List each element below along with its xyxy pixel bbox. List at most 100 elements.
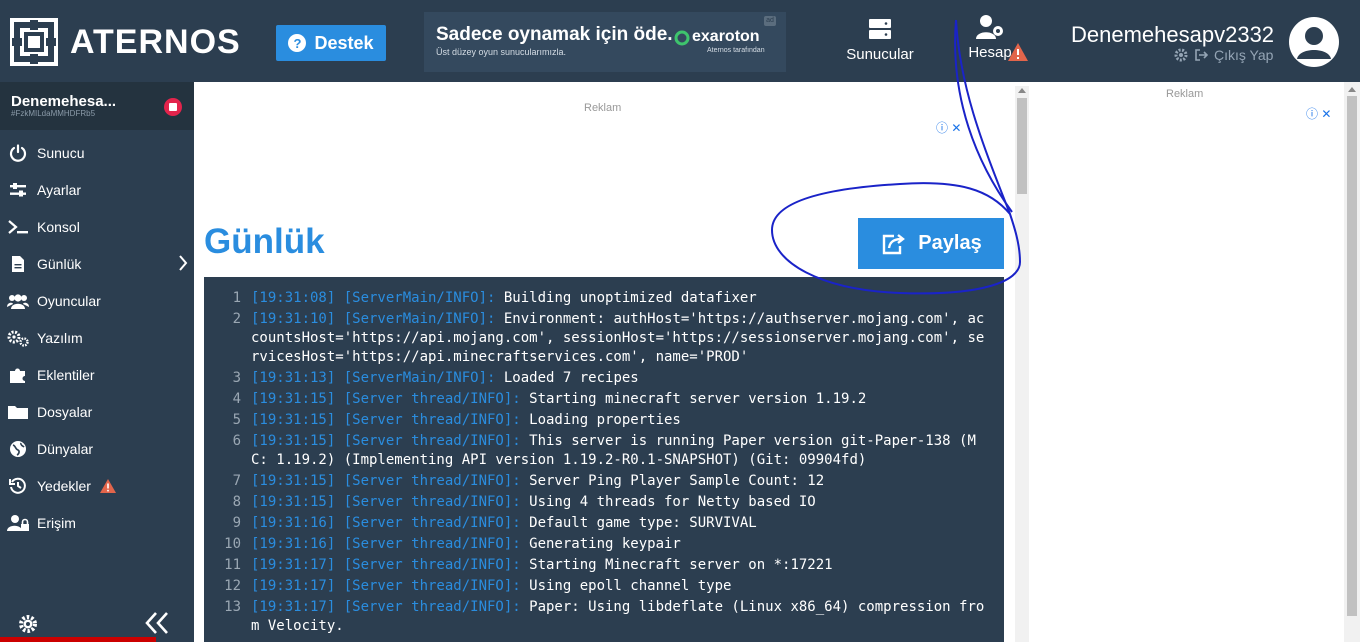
log-line-number: 7	[232, 473, 241, 489]
log-tag: [19:31:17] [Server thread/INFO]:	[251, 599, 521, 615]
ad-info-icon[interactable]: ⓘ ✕	[1306, 105, 1331, 122]
log-line-text: [19:31:16] [Server thread/INFO]: Generat…	[251, 535, 986, 554]
log-line: 12 [19:31:17] [Server thread/INFO]: Using…	[204, 577, 1004, 596]
stop-icon[interactable]	[164, 98, 182, 116]
log-line-text: [19:31:15] [Server thread/INFO]: Using 4…	[251, 493, 986, 512]
server-header[interactable]: Denemehesa... #FzkMILdaMMHDFRb5	[0, 82, 194, 130]
logo[interactable]: ATERNOS	[10, 18, 241, 66]
file-icon	[7, 253, 29, 275]
log-line: 6 [19:31:15] [Server thread/INFO]: This s…	[204, 432, 1004, 470]
globe-icon	[7, 438, 29, 460]
log-message: Building unoptimized datafixer	[495, 290, 757, 306]
ad-choices-icon[interactable]: ad	[764, 16, 776, 26]
log-line: 8 [19:31:15] [Server thread/INFO]: Using …	[204, 493, 1004, 512]
log-line-text: [19:31:17] [Server thread/INFO]: Using e…	[251, 577, 986, 596]
gears-icon	[7, 327, 29, 349]
log-line-text: [19:31:16] [Server thread/INFO]: Default…	[251, 514, 986, 533]
sidebar-item-ayarlar[interactable]: Ayarlar	[0, 171, 194, 208]
share-button[interactable]: Paylaş	[858, 218, 1004, 269]
avatar[interactable]	[1289, 17, 1339, 67]
log-message: Starting minecraft server version 1.19.2	[520, 391, 867, 407]
log-line-text: [19:31:15] [Server thread/INFO]: Loading…	[251, 411, 986, 430]
log-line-number: 13	[224, 599, 241, 615]
scrollbar[interactable]	[1015, 86, 1029, 642]
log-line: 4 [19:31:15] [Server thread/INFO]: Starti…	[204, 390, 1004, 409]
log-line: 10 [19:31:16] [Server thread/INFO]: Gener…	[204, 535, 1004, 554]
log-line: 2 [19:31:10] [ServerMain/INFO]: Environme…	[204, 310, 1004, 367]
user-avatar-icon	[1297, 27, 1331, 59]
sidebar-item-oyuncular[interactable]: Oyuncular	[0, 282, 194, 319]
logout-label: Çıkış Yap	[1214, 47, 1274, 63]
sliders-icon	[7, 179, 29, 201]
log-line-text: [19:31:13] [ServerMain/INFO]: Loaded 7 r…	[251, 369, 986, 388]
log-message: Starting Minecraft server on *:17221	[520, 557, 833, 573]
sidebar-item-label: Ayarlar	[37, 181, 82, 198]
log-line-text: [19:31:17] [Server thread/INFO]: Startin…	[251, 556, 986, 575]
log-line-number: 6	[232, 433, 241, 449]
log-line-number: 12	[224, 578, 241, 594]
log-line: 1 [19:31:08] [ServerMain/INFO]: Building …	[204, 289, 1004, 308]
scroll-up-arrow-icon[interactable]	[1018, 88, 1026, 93]
log-tag: [19:31:16] [Server thread/INFO]:	[251, 515, 521, 531]
promo-brand-sub: Aternos tarafından	[707, 47, 765, 54]
sidebar-item-dosyalar[interactable]: Dosyalar	[0, 393, 194, 430]
logo-text: ATERNOS	[70, 22, 241, 61]
server-icon	[869, 19, 891, 39]
sidebar-item-konsol[interactable]: Konsol	[0, 208, 194, 245]
log-message: Server Ping Player Sample Count: 12	[520, 473, 825, 489]
log-line-number: 10	[224, 536, 241, 552]
support-button[interactable]: ? Destek	[276, 25, 386, 61]
user-lock-icon	[7, 512, 29, 534]
log-line-text: [19:31:10] [ServerMain/INFO]: Environmen…	[251, 310, 986, 367]
sidebar-item-label: Erişim	[37, 514, 76, 531]
server-name: Denemehesa...	[11, 93, 117, 110]
sidebar-item-label: Sunucu	[37, 144, 85, 161]
promo-title: Sadece oynamak için öde.	[436, 24, 673, 45]
promo-banner[interactable]: Sadece oynamak için öde. Üst düzey oyun …	[424, 12, 786, 72]
log-console[interactable]: 1 [19:31:08] [ServerMain/INFO]: Building …	[204, 277, 1004, 642]
log-tag: [19:31:15] [Server thread/INFO]:	[251, 473, 521, 489]
sign-out-icon	[1195, 49, 1208, 61]
page-scroll-thumb[interactable]	[1347, 96, 1357, 616]
scroll-thumb[interactable]	[1017, 98, 1027, 194]
sidebar-item-dunyalar[interactable]: Dünyalar	[0, 430, 194, 467]
chevron-right-icon	[179, 255, 188, 271]
logout-link[interactable]: Çıkış Yap	[1174, 47, 1273, 63]
log-message: Using epoll channel type	[520, 578, 732, 594]
warning-icon	[99, 478, 116, 493]
share-icon	[883, 233, 906, 254]
sidebar-item-erisim[interactable]: Erişim	[0, 504, 194, 541]
gear-icon[interactable]	[1174, 48, 1188, 62]
log-line-text: [19:31:15] [Server thread/INFO]: This se…	[251, 432, 986, 470]
gear-icon[interactable]	[18, 614, 38, 634]
nav-account[interactable]: Hesap	[950, 14, 1030, 61]
sidebar-item-yazilim[interactable]: Yazılım	[0, 319, 194, 356]
sidebar-item-sunucu[interactable]: Sunucu	[0, 134, 194, 171]
ad-info-icon[interactable]: ⓘ ✕	[936, 119, 961, 136]
page-scrollbar[interactable]	[1344, 82, 1360, 642]
collapse-sidebar-icon[interactable]	[144, 610, 170, 636]
nav-servers-label: Sunucular	[846, 46, 914, 63]
scroll-up-arrow-icon[interactable]	[1348, 87, 1356, 92]
log-line-number: 3	[232, 370, 241, 386]
log-line-number: 11	[224, 557, 241, 573]
sidebar-item-yedekler[interactable]: Yedekler	[0, 467, 194, 504]
sidebar-item-label: Eklentiler	[37, 366, 95, 383]
username: Denemehesapv2332	[1071, 22, 1275, 47]
log-line: 3 [19:31:13] [ServerMain/INFO]: Loaded 7 …	[204, 369, 1004, 388]
top-bar: ATERNOS ? Destek Sadece oynamak için öde…	[0, 0, 1360, 82]
exaroton-logo-icon	[674, 30, 690, 46]
log-line: 7 [19:31:15] [Server thread/INFO]: Server…	[204, 472, 1004, 491]
log-tag: [19:31:17] [Server thread/INFO]:	[251, 557, 521, 573]
right-ad-column: Reklam ⓘ ✕	[1030, 82, 1360, 642]
terminal-icon	[7, 216, 29, 238]
server-id: #FzkMILdaMMHDFRb5	[11, 109, 96, 118]
sidebar-item-label: Oyuncular	[37, 292, 101, 309]
nav-servers[interactable]: Sunucular	[840, 18, 920, 63]
share-label: Paylaş	[918, 232, 982, 254]
log-line-number: 1	[232, 290, 241, 306]
power-icon	[7, 142, 29, 164]
sidebar-item-eklentiler[interactable]: Eklentiler	[0, 356, 194, 393]
sidebar-item-gunluk[interactable]: Günlük	[0, 245, 194, 282]
sidebar-item-label: Dosyalar	[37, 403, 93, 420]
